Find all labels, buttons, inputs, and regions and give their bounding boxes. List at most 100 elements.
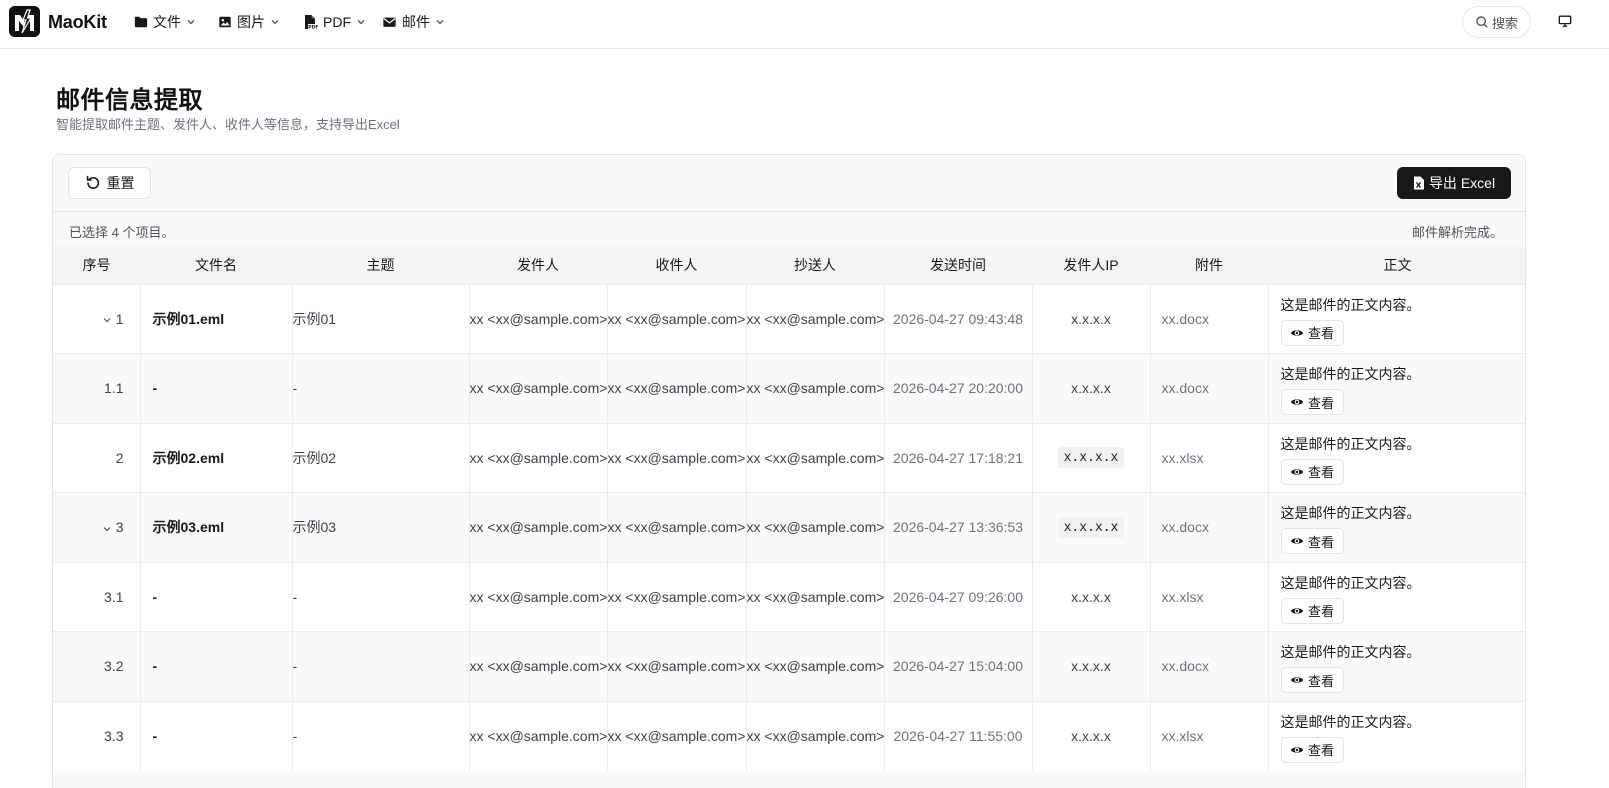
- body-cell: 这是邮件的正文内容。查看: [1267, 423, 1525, 493]
- view-body-button[interactable]: 查看: [1280, 597, 1344, 624]
- sent-time-cell: 2026-04-27 11:55:00: [883, 701, 1032, 771]
- col-header-body[interactable]: 正文: [1268, 247, 1525, 284]
- cc-cell: xx <xx@sample.com>: [745, 562, 884, 632]
- body-preview: 这是邮件的正文内容。: [1280, 435, 1421, 452]
- subject-cell: 示例02: [291, 423, 469, 493]
- body-preview: 这是邮件的正文内容。: [1280, 574, 1421, 591]
- col-header-index[interactable]: 序号: [53, 247, 140, 284]
- sender-cell: xx <xx@sample.com>: [468, 701, 607, 771]
- recipient-cell: xx <xx@sample.com>: [606, 562, 746, 632]
- logo-text[interactable]: MaoKit: [48, 12, 107, 33]
- chevron-down-icon: [436, 20, 444, 25]
- recipient-cell: xx <xx@sample.com>: [606, 423, 746, 493]
- col-header-sender[interactable]: 发件人: [469, 247, 607, 284]
- status-row: 已选择 4 个项目。 邮件解析完成。: [53, 212, 1525, 247]
- body-preview: 这是邮件的正文内容。: [1280, 505, 1421, 521]
- recipient-cell: xx <xx@sample.com>: [606, 284, 746, 354]
- view-label: 查看: [1307, 326, 1334, 341]
- selection-count: 已选择 4 个项目。: [69, 225, 175, 240]
- parse-status: 邮件解析完成。: [1411, 225, 1503, 240]
- eye-icon: [1290, 399, 1304, 405]
- attachment-cell: xx.docx: [1149, 631, 1268, 701]
- table-row[interactable]: 3.1- - xx <xx@sample.com> xx <xx@sample.com…: [53, 562, 1525, 632]
- sent-time-cell: 2026-04-27 17:18:21: [883, 423, 1032, 493]
- col-header-filename[interactable]: 文件名: [140, 247, 292, 284]
- cc-cell: xx <xx@sample.com>: [745, 492, 884, 562]
- table-row[interactable]: 1 示例01.eml 示例01 xx <xx@sample.com> xx <xx@sa…: [53, 284, 1525, 354]
- sender-cell: xx <xx@sample.com>: [468, 631, 607, 701]
- reset-button[interactable]: 重置: [68, 167, 151, 199]
- table-row[interactable]: 1.1- - xx <xx@sample.com> xx <xx@sample.com…: [53, 353, 1525, 423]
- sender-ip-text: x.x.x.x: [1071, 310, 1111, 327]
- sender-ip-cell: x.x.x.x: [1031, 562, 1150, 632]
- view-body-button[interactable]: 查看: [1280, 667, 1344, 693]
- sender-cell: xx <xx@sample.com>: [468, 423, 607, 493]
- view-body-button[interactable]: 查看: [1280, 458, 1344, 485]
- sender-ip-cell: x.x.x.x: [1031, 492, 1150, 562]
- table-row[interactable]: 3.3- - xx <xx@sample.com> xx <xx@sample.com…: [53, 701, 1525, 771]
- view-body-button[interactable]: 查看: [1280, 389, 1344, 415]
- nav-files-label: 文件: [153, 14, 181, 30]
- row-index: 3.2: [104, 658, 124, 675]
- body-cell: 这是邮件的正文内容。 查看: [1267, 284, 1525, 354]
- sent-time-cell: 2026-04-27 09:26:00: [883, 562, 1032, 632]
- row-index: 3.1: [104, 588, 124, 605]
- chevron-down-icon: [357, 20, 365, 25]
- view-body-button[interactable]: 查看: [1280, 319, 1344, 346]
- sender-ip-badge: x.x.x.x: [1057, 516, 1125, 538]
- top-nav-bar: MaoKit 文件 图片 PDF PDF 邮件 搜索: [0, 0, 1609, 49]
- row-index-cell: 2: [53, 423, 140, 493]
- monitor-icon[interactable]: [1558, 14, 1572, 31]
- view-label: 查看: [1307, 534, 1334, 550]
- cc-cell: xx <xx@sample.com>: [745, 353, 884, 423]
- table-row[interactable]: 2 示例02.eml 示例02 xx <xx@sample.com> xx <xx@sa…: [53, 423, 1525, 493]
- table-row[interactable]: 3.2- - xx <xx@sample.com> xx <xx@sample.com…: [53, 631, 1525, 701]
- row-index-cell: 1: [53, 284, 140, 354]
- body-cell: 这是邮件的正文内容。查看: [1267, 631, 1525, 701]
- maokit-logo-icon[interactable]: [9, 6, 40, 37]
- sender-ip-badge: x.x.x.x: [1057, 447, 1125, 469]
- row-index: 1: [115, 310, 124, 327]
- pdf-file-icon: PDF: [305, 15, 318, 30]
- nav-menu-images[interactable]: 图片: [218, 11, 280, 33]
- col-header-subject[interactable]: 主题: [292, 247, 469, 284]
- col-header-cc[interactable]: 抄送人: [746, 247, 884, 284]
- view-label: 查看: [1307, 743, 1334, 758]
- nav-menu-pdf[interactable]: PDF PDF: [302, 11, 366, 33]
- col-header-attachment[interactable]: 附件: [1150, 247, 1268, 284]
- eye-icon: [1290, 677, 1304, 683]
- subject-cell: -: [291, 701, 469, 771]
- chevron-down-icon: [271, 20, 279, 25]
- search-button[interactable]: 搜索: [1462, 6, 1531, 38]
- eye-icon: [1290, 746, 1304, 753]
- body-preview: 这是邮件的正文内容。: [1280, 644, 1421, 660]
- table-row[interactable]: 3 示例03.eml 示例03 xx <xx@sample.com> xx <xx@sa…: [53, 492, 1525, 562]
- filename-cell: -: [139, 353, 292, 423]
- chevron-down-icon[interactable]: [102, 315, 112, 325]
- search-label: 搜索: [1491, 15, 1518, 31]
- col-header-recipient[interactable]: 收件人: [607, 247, 746, 284]
- results-card: 重置 导出 Excel 已选择 4 个项目。 邮件解析完成。 序号 文件名 主题…: [52, 154, 1526, 788]
- col-header-sent-time[interactable]: 发送时间: [884, 247, 1032, 284]
- nav-images-label: 图片: [237, 14, 265, 30]
- filename-cell: 示例01.eml: [139, 284, 292, 354]
- view-body-button[interactable]: 查看: [1280, 528, 1344, 554]
- nav-menu-files[interactable]: 文件: [134, 11, 196, 33]
- col-header-sender-ip[interactable]: 发件人IP: [1032, 247, 1150, 284]
- export-label: 导出 Excel: [1428, 175, 1496, 191]
- sender-cell: xx <xx@sample.com>: [468, 353, 607, 423]
- cc-cell: xx <xx@sample.com>: [745, 423, 884, 493]
- export-excel-button[interactable]: 导出 Excel: [1397, 167, 1511, 199]
- page-title: 邮件信息提取: [56, 87, 203, 114]
- nav-menu-mail[interactable]: 邮件: [382, 11, 445, 33]
- view-body-button[interactable]: 查看: [1280, 736, 1344, 763]
- mail-icon: [383, 17, 396, 27]
- row-index: 3.3: [104, 728, 124, 744]
- view-label: 查看: [1307, 673, 1334, 689]
- attachment-cell: xx.docx: [1149, 284, 1268, 354]
- filename-cell: 示例03.eml: [139, 492, 292, 562]
- chevron-down-icon[interactable]: [102, 524, 112, 534]
- svg-text:PDF: PDF: [308, 24, 318, 30]
- folder-icon: [134, 16, 148, 28]
- eye-icon: [1290, 538, 1304, 544]
